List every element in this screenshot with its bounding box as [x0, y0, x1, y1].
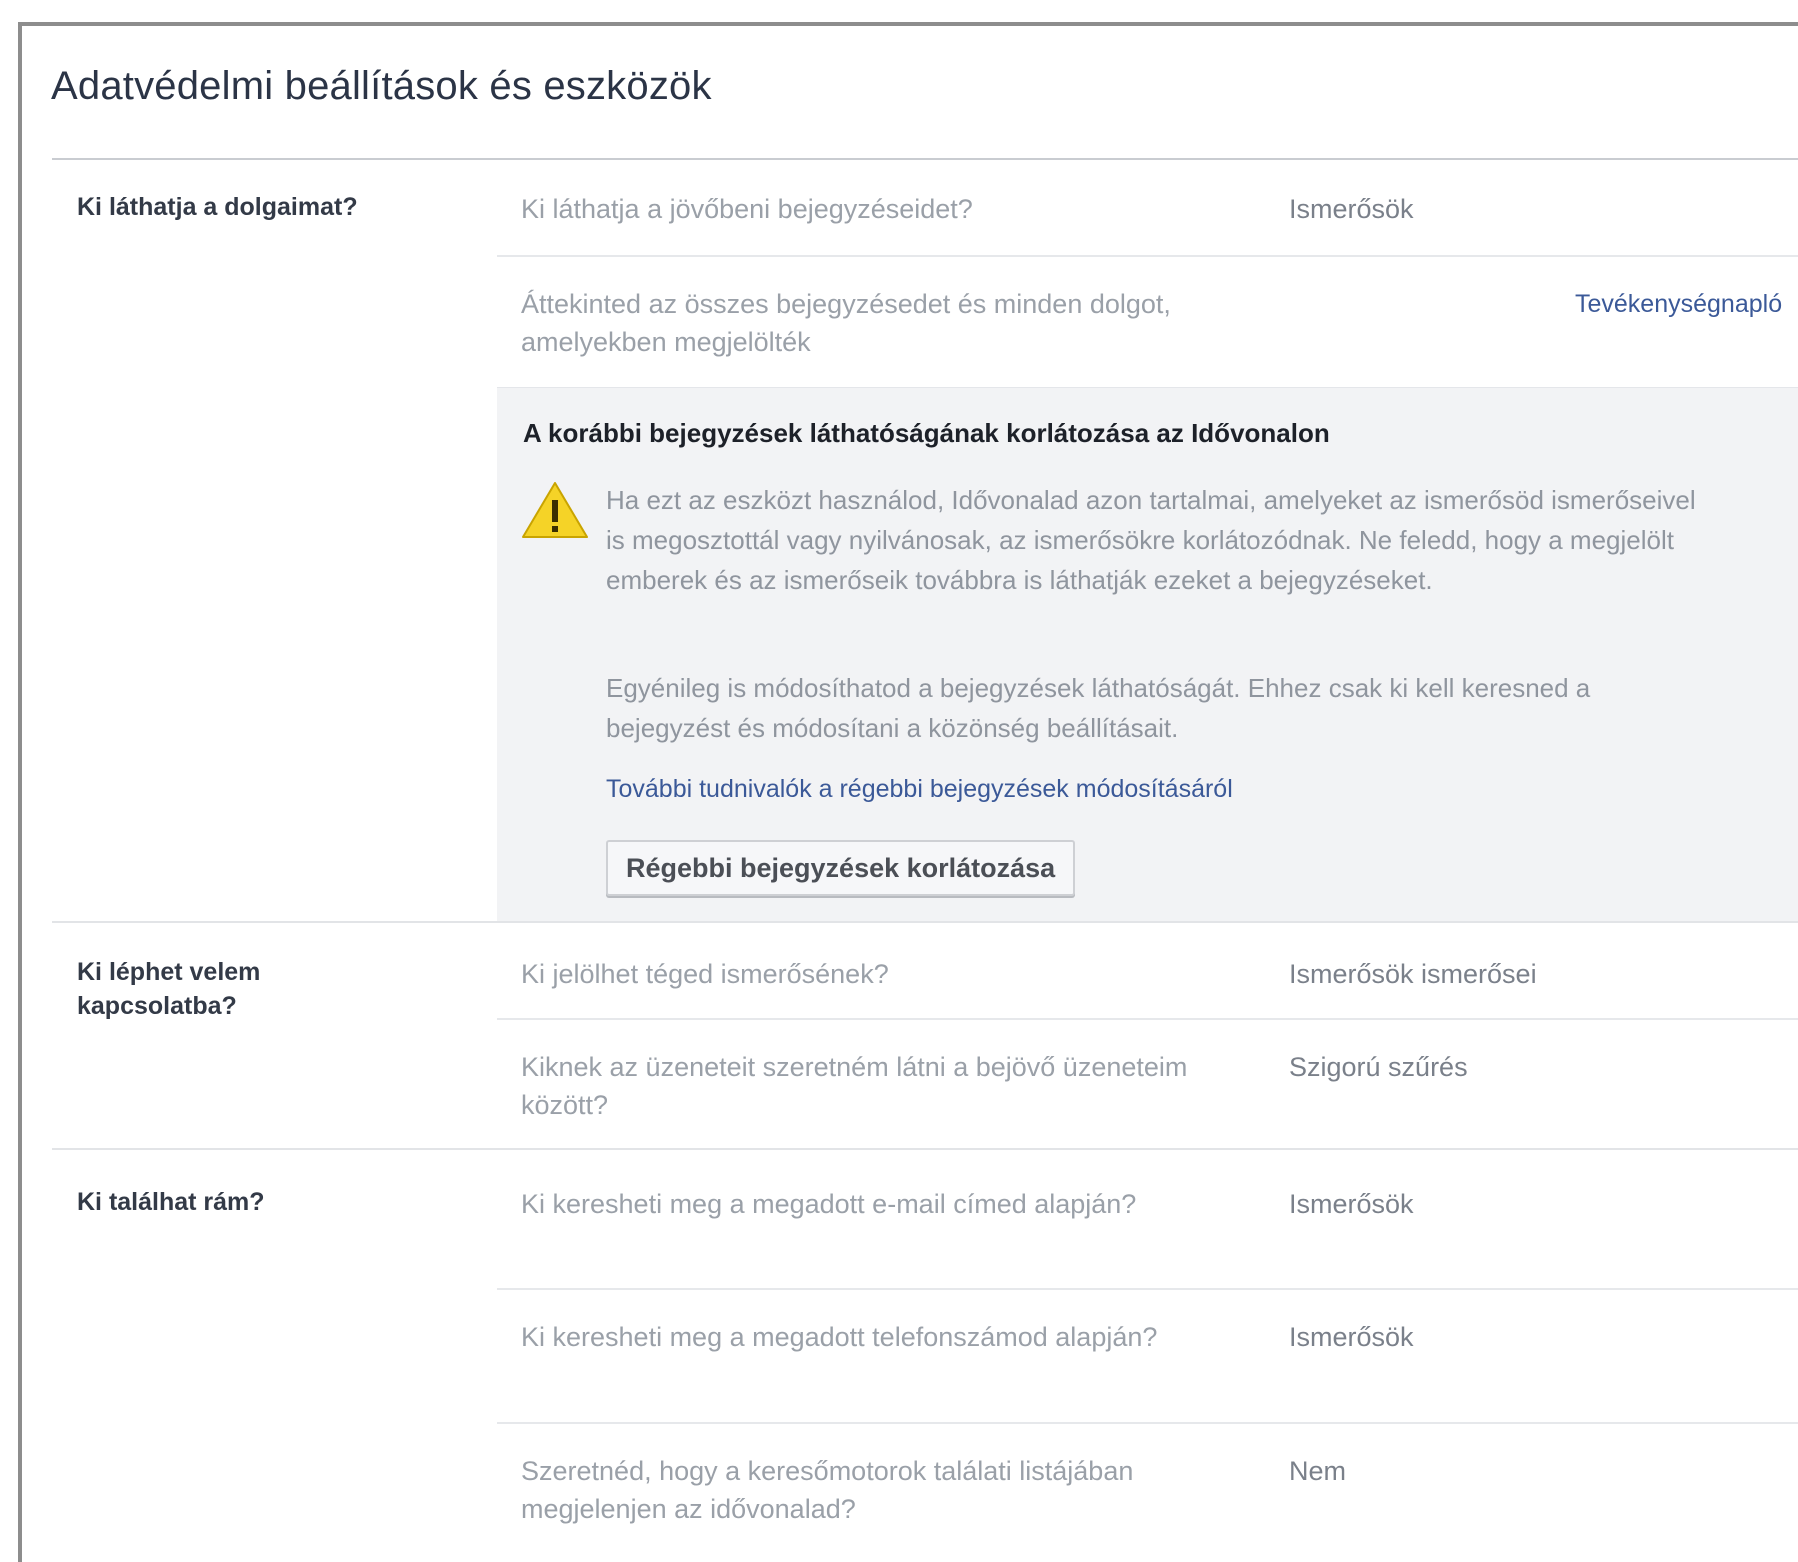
setting-question-phone-lookup[interactable]: Ki keresheti meg a megadott telefonszámo…	[521, 1318, 1211, 1356]
setting-question-review-posts[interactable]: Áttekinted az összes bejegyzésedet és mi…	[521, 285, 1211, 361]
setting-question-future-posts[interactable]: Ki láthatja a jövőbeni bejegyzéseidet?	[521, 190, 1211, 228]
limit-past-posts-note: Egyénileg is módosíthatod a bejegyzések …	[606, 673, 1591, 743]
setting-value-email-lookup[interactable]: Ismerősök	[1289, 1185, 1414, 1223]
section-label-who-can-see: Ki láthatja a dolgaimat?	[77, 193, 358, 221]
limit-past-posts-title: A korábbi bejegyzések láthatóságának kor…	[523, 418, 1330, 448]
title-divider	[52, 158, 1798, 160]
setting-question-friend-requests[interactable]: Ki jelölhet téged ismerősének?	[521, 955, 1211, 993]
activity-log-link[interactable]: Tevékenységnapló	[1575, 285, 1782, 323]
section-divider	[52, 921, 1798, 923]
setting-question-email-lookup[interactable]: Ki keresheti meg a megadott e-mail címed…	[521, 1185, 1211, 1223]
row-divider	[497, 1288, 1798, 1290]
setting-question-message-filtering[interactable]: Kiknek az üzeneteit szeretném látni a be…	[521, 1048, 1211, 1124]
page-title: Adatvédelmi beállítások és eszközök	[51, 64, 712, 108]
warning-icon	[522, 482, 588, 538]
learn-more-link[interactable]: További tudnivalók a régebbi bejegyzések…	[606, 775, 1233, 804]
limit-past-posts-button[interactable]: Régebbi bejegyzések korlátozása	[606, 840, 1076, 896]
section-label-who-can-find: Ki találhat rám?	[77, 1188, 265, 1216]
limit-past-posts-description: Ha ezt az eszközt használod, Idővonalad …	[606, 485, 1696, 595]
row-divider	[497, 255, 1798, 257]
setting-value-message-filtering[interactable]: Szigorú szűrés	[1289, 1048, 1468, 1086]
section-divider	[52, 1148, 1798, 1150]
setting-value-friend-requests[interactable]: Ismerősök ismerősei	[1289, 955, 1537, 993]
setting-value-phone-lookup[interactable]: Ismerősök	[1289, 1318, 1414, 1356]
section-label-who-can-contact: Ki léphet velem kapcsolatba?	[77, 958, 261, 1020]
setting-question-search-engines[interactable]: Szeretnéd, hogy a keresőmotorok találati…	[521, 1452, 1211, 1528]
row-divider	[497, 1422, 1798, 1424]
row-divider	[497, 1018, 1798, 1020]
setting-value-search-engines[interactable]: Nem	[1289, 1452, 1346, 1490]
setting-value-future-posts[interactable]: Ismerősök	[1289, 190, 1414, 228]
